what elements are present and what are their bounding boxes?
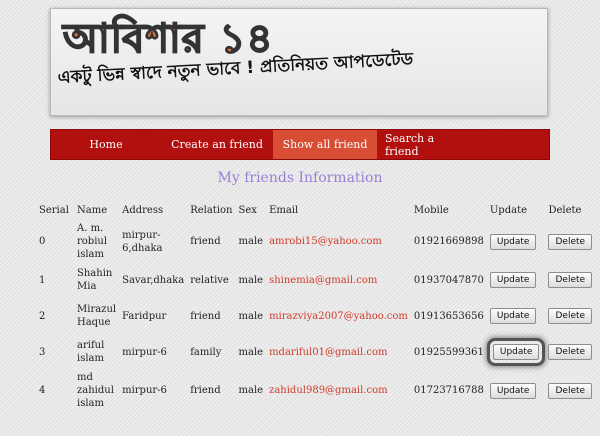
cell-address: mirpur-6 (122, 385, 167, 396)
cell-serial: 2 (39, 310, 46, 322)
update-button-highlight: Update (490, 341, 543, 363)
cell-relation: friend (190, 310, 221, 322)
cell-name: Shahin Mia (77, 268, 113, 292)
section-title: My friends Information (217, 170, 383, 186)
cell-sex: male (238, 310, 264, 322)
cell-serial: 0 (39, 236, 46, 247)
site-banner: আবিশার ১৪ একটু ভিন্ন স্বাদে নতুন ভাবে ! … (50, 8, 548, 116)
cell-relation: friend (190, 236, 221, 247)
update-button[interactable]: Update (492, 344, 540, 360)
delete-button[interactable]: Delete (548, 308, 593, 324)
cell-relation: family (190, 346, 222, 358)
table-row: 0 A. m. robiul islam mirpur-6,dhaka friend m… (35, 221, 595, 262)
cell-delete: Delete (545, 262, 595, 298)
cell-serial: 3 (39, 346, 46, 358)
cell-name: Mirazul Haque (77, 304, 117, 328)
delete-button[interactable]: Delete (548, 233, 593, 250)
table-row: 2 Mirazul Haque Faridpur friend male mirazviy… (35, 298, 595, 334)
cell-email: shinemia@gmail.com (269, 274, 378, 286)
nav-home[interactable]: Home (51, 130, 161, 159)
cell-sex: male (238, 346, 264, 358)
cell-address: Savar,dhaka (122, 274, 185, 286)
cell-relation: friend (190, 385, 221, 396)
cell-update: Update (487, 262, 546, 298)
cell-update: Update (487, 334, 546, 370)
cell-mobile: 01925599361 (413, 346, 484, 358)
cell-email: mirazviya2007@yahoo.com (269, 310, 408, 322)
col-serial: Serial (39, 204, 69, 216)
cell-delete: Delete (545, 370, 595, 411)
col-email: Email (269, 204, 299, 216)
col-mobile: Mobile (413, 204, 449, 216)
table-row: 1 Shahin Mia Savar,dhaka relative male shinem… (35, 262, 595, 298)
cell-delete: Delete (545, 298, 595, 334)
cell-delete: Delete (545, 221, 595, 262)
cell-update: Update (487, 221, 546, 262)
cell-name: A. m. robiul islam (77, 223, 108, 260)
cell-relation: relative (190, 274, 229, 286)
col-update: Update (489, 204, 528, 216)
cell-name: ariful islam (77, 340, 105, 364)
nav-show-all-friend[interactable]: Show all friend (273, 130, 377, 159)
cell-serial: 1 (39, 274, 46, 286)
col-name: Name (77, 204, 108, 216)
cell-mobile: 01921669898 (413, 236, 484, 247)
update-button[interactable]: Update (489, 233, 537, 250)
cell-email: mdariful01@gmail.com (269, 346, 388, 358)
cell-sex: male (238, 274, 264, 286)
col-delete: Delete (548, 204, 582, 216)
col-sex: Sex (238, 204, 257, 216)
update-button[interactable]: Update (489, 308, 537, 324)
col-address: Address (122, 204, 164, 216)
update-button[interactable]: Update (489, 272, 537, 288)
cell-email: amrobi15@yahoo.com (269, 236, 382, 247)
cell-update: Update (487, 298, 546, 334)
cell-update: Update (487, 370, 546, 411)
cell-mobile: 01937047870 (413, 274, 484, 286)
delete-button[interactable]: Delete (548, 344, 593, 360)
delete-button[interactable]: Delete (548, 272, 593, 288)
cell-address: Faridpur (122, 310, 167, 322)
cell-address: mirpur-6,dhaka (122, 229, 163, 254)
nav-search-friend[interactable]: Search a friend (377, 130, 479, 159)
cell-email: zahidul989@gmail.com (269, 385, 388, 396)
cell-mobile: 01913653656 (413, 310, 484, 322)
nav-create-friend[interactable]: Create an friend (161, 130, 273, 159)
cell-mobile: 01723716788 (413, 385, 484, 396)
cell-sex: male (238, 236, 264, 247)
cell-serial: 4 (39, 385, 46, 396)
delete-button[interactable]: Delete (548, 382, 593, 399)
col-relation: Relation (190, 204, 233, 216)
table-row: 3 ariful islam mirpur-6 family male mdariful0… (35, 334, 595, 370)
main-nav: Home Create an friend Show all friend Se… (50, 129, 550, 160)
cell-address: mirpur-6 (122, 346, 167, 358)
cell-sex: male (238, 385, 264, 396)
table-header-row: Serial Name Address Relation Sex Email M… (35, 199, 595, 221)
update-button[interactable]: Update (489, 382, 537, 399)
friends-table: Serial Name Address Relation Sex Email M… (35, 199, 595, 411)
cell-name: md zahidul islam (77, 372, 114, 409)
cell-delete: Delete (545, 334, 595, 370)
table-row: 4 md zahidul islam mirpur-6 friend male zahid… (35, 370, 595, 411)
